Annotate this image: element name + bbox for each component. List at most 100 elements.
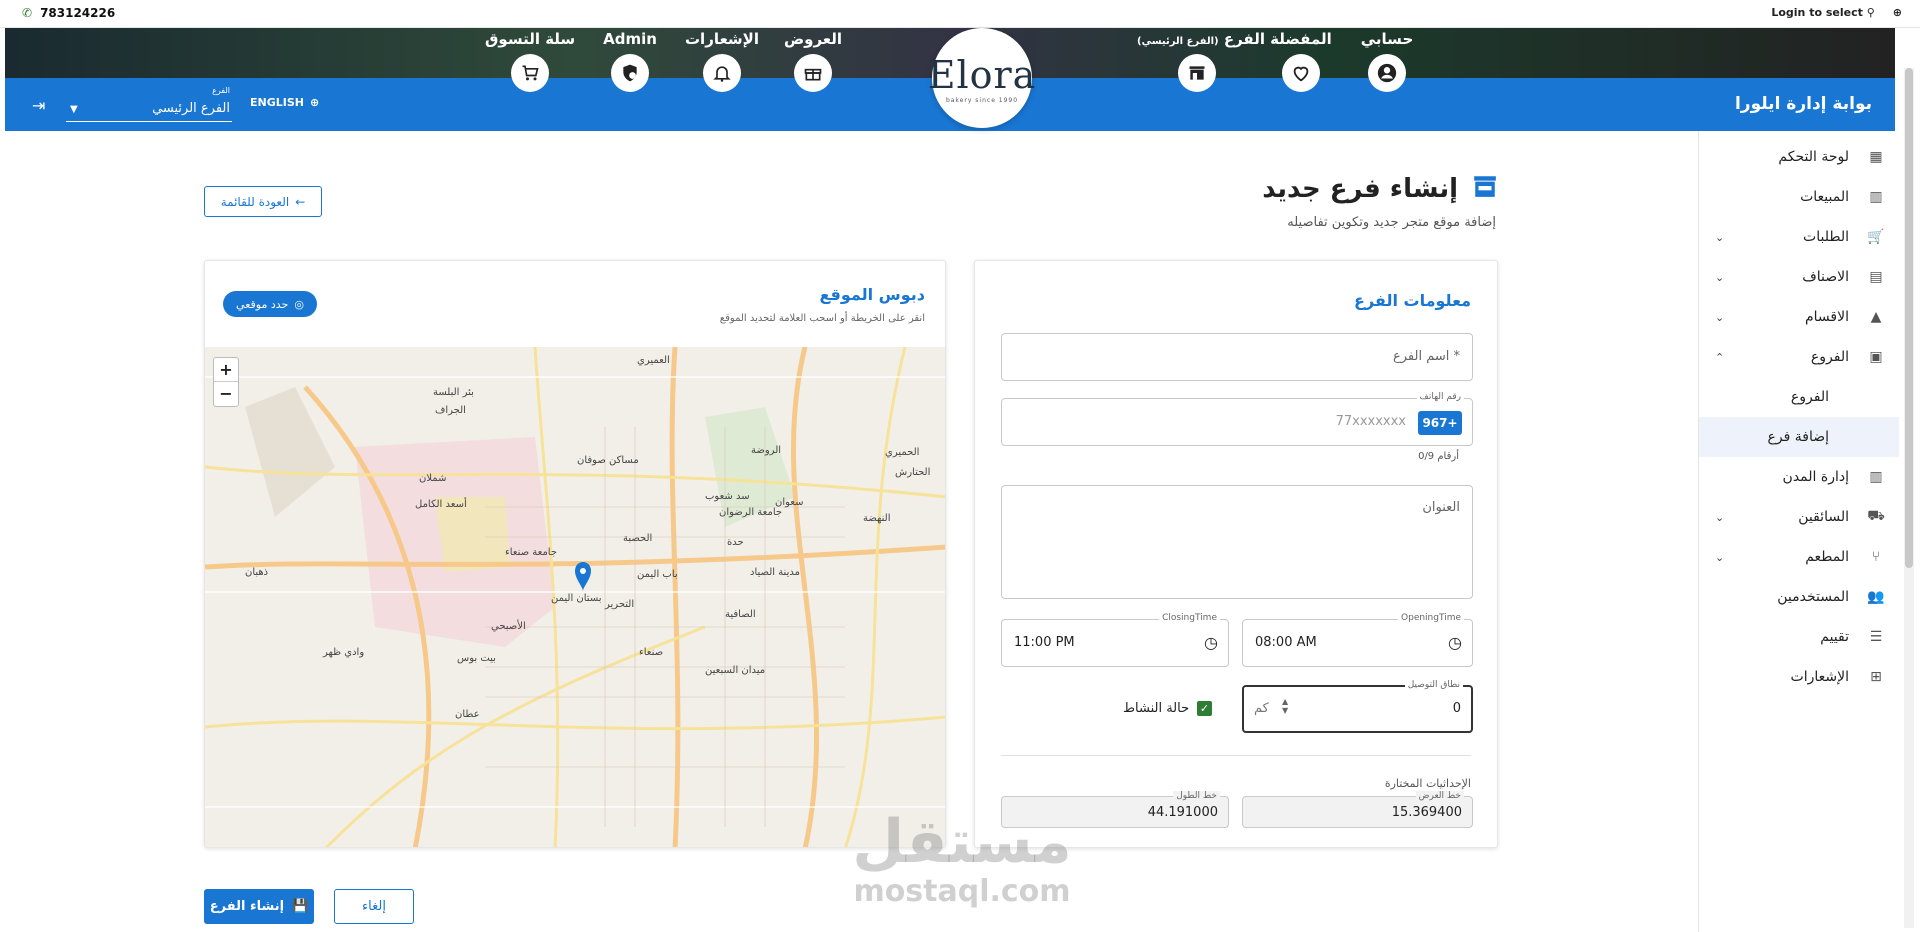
nav-cart[interactable]: سلة التسوق	[485, 28, 575, 92]
top-bar: ✆ 783124226 Login to select ⚲ ⊕	[0, 0, 1920, 28]
sidebar-item-restaurant[interactable]: ⑂ المطعم ⌄	[1699, 537, 1899, 577]
nav-offers[interactable]: العروض	[768, 28, 858, 92]
nav-favorites[interactable]: المفضلة	[1256, 28, 1346, 92]
sidebar-item-cities[interactable]: ▥ إدارة المدن	[1699, 457, 1899, 497]
page-scrollbar[interactable]	[1904, 68, 1914, 928]
sidebar-item-ratings[interactable]: ☰ تقييم	[1699, 617, 1899, 657]
page-title: إنشاء فرع جديد	[1262, 174, 1458, 204]
branch-info-card: معلومات الفرع اسم الفرع * رقم الهاتف 967…	[974, 260, 1498, 848]
map-label: النهضة	[863, 513, 891, 524]
gift-icon	[794, 54, 832, 92]
map-label: الأصبحي	[491, 621, 526, 632]
branch-info-title: معلومات الفرع	[1354, 291, 1471, 310]
sidebar: ▦ لوحة التحكم ▥ المبيعات 🛒 الطلبات ⌄ ▤ الاصنا…	[1698, 131, 1899, 932]
bell-icon	[703, 54, 741, 92]
phone-digit-counter: 0/9 أرقام	[1418, 451, 1459, 462]
map-label: بئر البلسة	[433, 387, 474, 398]
active-status-label: حالة النشاط	[1123, 701, 1190, 716]
app-window: ✆ 783124226 Login to select ⚲ ⊕ حسابي ال…	[0, 0, 1920, 932]
map-label: باب اليمن	[637, 569, 678, 580]
active-status-checkbox[interactable]: ✓	[1197, 701, 1212, 716]
phone-number: 783124226	[40, 6, 116, 20]
phone-field[interactable]: رقم الهاتف 967+ 77xxxxxxx	[1001, 392, 1473, 446]
clock-icon: ◷	[1204, 633, 1218, 652]
chevron-down-icon: ⌄	[1715, 270, 1725, 284]
nav-branch[interactable]: الفرع (الفرع الرئيسي)	[1137, 28, 1265, 92]
sidebar-item-sales[interactable]: ▥ المبيعات	[1699, 177, 1899, 217]
map-label: الحتارش	[895, 467, 931, 478]
closing-time-field[interactable]: ClosingTime 11:00 PM ◷	[1001, 613, 1229, 667]
dropdown-caret-icon: ▼	[70, 104, 78, 115]
scrollbar-thumb[interactable]	[1905, 68, 1913, 568]
map-label: سعوان	[775, 497, 804, 508]
nav-admin[interactable]: Admin	[585, 28, 675, 92]
map-title: دبوس الموقع	[819, 285, 925, 304]
users-icon: 👥	[1867, 589, 1885, 605]
heart-icon	[1282, 54, 1320, 92]
map-label: الحميري	[885, 447, 920, 458]
chart-icon: ▥	[1869, 189, 1883, 205]
fork-knife-icon: ⑂	[1871, 549, 1881, 565]
latitude-field: خط العرض 15.369400	[1242, 791, 1473, 828]
map-label: الصافية	[725, 609, 756, 620]
sidebar-item-notifications[interactable]: ⊞ الإشعارات	[1699, 657, 1899, 697]
map-label: مساكن صوفان	[577, 455, 639, 466]
section-divider	[1001, 755, 1471, 756]
watermark: مستقل mostaql.com	[852, 807, 1072, 909]
sidebar-item-drivers[interactable]: ⛟ السائقين ⌄	[1699, 497, 1899, 537]
list-icon: ☰	[1869, 629, 1883, 645]
phone-contact[interactable]: ✆ 783124226	[22, 6, 115, 20]
car-icon: ⛟	[1867, 508, 1885, 524]
map-label: الحصبة	[623, 533, 653, 544]
map-label: شملان	[419, 473, 447, 484]
sidebar-subitem-add-branch[interactable]: إضافة فرع	[1699, 417, 1899, 457]
arrow-left-icon: ←	[295, 194, 306, 209]
cancel-button[interactable]: إلغاء	[334, 889, 414, 924]
address-field[interactable]: العنوان	[1001, 485, 1473, 599]
logout-icon[interactable]: ⇥	[32, 96, 45, 115]
sidebar-item-branches[interactable]: ▣ الفروع ⌃	[1699, 337, 1899, 377]
map-zoom-control: + −	[213, 357, 239, 407]
elora-logo[interactable]: Elora bakery since 1990	[928, 28, 1035, 128]
map-canvas[interactable]: + − بئر البلسة العميري مساكن صوفان جامعة…	[205, 347, 945, 847]
chevron-up-icon: ⌃	[1715, 350, 1725, 364]
branch-name-field[interactable]: اسم الفرع *	[1001, 333, 1473, 381]
map-label: ذهبان	[245, 567, 269, 578]
portal-title: بوابة إدارة ايلورا	[1734, 94, 1872, 114]
locate-me-button[interactable]: حدد موقعي ◎	[223, 291, 317, 317]
branch-select[interactable]: الفرع الفرع الرئيسي ▼	[66, 86, 232, 122]
map-label: مدينة الصياد	[750, 567, 800, 578]
nav-account[interactable]: حسابي	[1342, 28, 1432, 92]
map-label: العميري	[637, 355, 670, 366]
back-to-list-button[interactable]: العودة للقائمة ←	[204, 186, 322, 217]
admin-icon	[611, 54, 649, 92]
globe-icon[interactable]: ⊕	[1893, 6, 1902, 19]
zoom-in-button[interactable]: +	[214, 358, 238, 382]
gps-icon: ◎	[294, 297, 304, 311]
map-label: الجراف	[435, 405, 466, 416]
sidebar-item-users[interactable]: 👥 المستخدمين	[1699, 577, 1899, 617]
sidebar-item-orders[interactable]: 🛒 الطلبات ⌄	[1699, 217, 1899, 257]
sidebar-subitem-branches[interactable]: الفروع	[1699, 377, 1899, 417]
login-select-link[interactable]: Login to select ⚲	[1771, 6, 1874, 19]
create-branch-button[interactable]: إنشاء الفرع 💾	[204, 889, 314, 924]
map-label: عطان	[455, 709, 480, 720]
sidebar-item-categories[interactable]: ▲ الاقسام ⌄	[1699, 297, 1899, 337]
cart-icon	[511, 54, 549, 92]
map-label: جامعة صنعاء	[505, 547, 558, 558]
language-switch[interactable]: ENGLISH ⊕	[250, 96, 319, 109]
map-label: التحرير	[605, 599, 635, 610]
opening-time-field[interactable]: OpeningTime 08:00 AM ◷	[1242, 613, 1473, 667]
zoom-out-button[interactable]: −	[214, 382, 238, 406]
map-label: جامعة الرضوان	[719, 507, 783, 518]
location-pin-icon: ⚲	[1866, 6, 1875, 19]
delivery-range-field[interactable]: نطاق التوصيل 0 كم ▲ ▼	[1242, 680, 1473, 733]
map-label: صنعاء	[639, 647, 664, 658]
map-label: بيت بوس	[457, 653, 496, 664]
nav-notifications[interactable]: الإشعارات	[677, 28, 767, 92]
store-icon	[1472, 174, 1498, 204]
phone-icon: ✆	[22, 6, 33, 20]
sidebar-item-dashboard[interactable]: ▦ لوحة التحكم	[1699, 137, 1899, 177]
number-stepper-icon: ▲ ▼	[1282, 697, 1289, 715]
sidebar-item-products[interactable]: ▤ الاصناف ⌄	[1699, 257, 1899, 297]
